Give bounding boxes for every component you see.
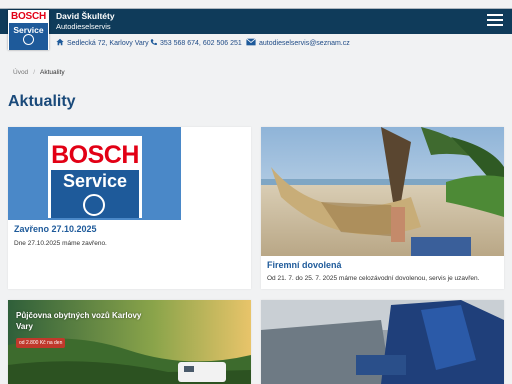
card-image-bosch: BOSCH Service [8, 127, 181, 220]
company-subtitle: Autodieselservis [56, 22, 111, 31]
phone-icon [150, 38, 157, 48]
hamburger-menu-icon[interactable] [487, 14, 503, 26]
breadcrumb-separator: / [33, 69, 35, 76]
page-title: Aktuality [8, 93, 76, 110]
logo-brand: BOSCH [10, 11, 47, 22]
breadcrumb-home[interactable]: Úvod [13, 69, 28, 76]
contact-phones[interactable]: 353 568 674, 602 506 251 [150, 37, 242, 49]
breadcrumb-current: Aktuality [40, 69, 65, 76]
home-icon [56, 38, 64, 48]
card-image-mechanic [261, 300, 504, 384]
news-card[interactable]: Firemní dovolená Od 21. 7. do 25. 7. 202… [261, 127, 504, 289]
card-text: Dne 27.10.2025 máme zavřeno. [14, 240, 107, 247]
card-logo-brand: BOSCH [51, 141, 139, 169]
company-owner: David Škultéty [56, 11, 115, 21]
card-title[interactable]: Zavřeno 27.10.2025 [14, 224, 97, 234]
card-image-hammock-beach [261, 127, 504, 256]
camper-ad-price: od 2.800 Kč na den [16, 338, 66, 348]
email-text: autodieselservis@seznam.cz [259, 39, 350, 47]
contact-address: Sedlecká 72, Karlovy Vary [56, 37, 149, 49]
address-text: Sedlecká 72, Karlovy Vary [67, 39, 149, 47]
envelope-icon [246, 38, 256, 48]
bosch-armature-icon [83, 194, 105, 216]
card-text: Od 21. 7. do 25. 7. 2025 máme celozávodn… [267, 275, 480, 282]
bosch-service-logo-large: BOSCH Service [48, 136, 142, 218]
news-card[interactable] [261, 300, 504, 384]
breadcrumb: Úvod / Aktuality [13, 69, 65, 76]
bosch-service-logo[interactable]: BOSCH Service [8, 10, 49, 50]
camper-ad-title: Půjčovna obytných vozů Karlovy Vary [16, 311, 142, 331]
phones-text: 353 568 674, 602 506 251 [160, 39, 242, 47]
contact-email[interactable]: autodieselservis@seznam.cz [246, 37, 350, 49]
bosch-armature-icon [23, 34, 34, 45]
card-title[interactable]: Firemní dovolená [267, 260, 342, 270]
news-card[interactable]: BOSCH Service Zavřeno 27.10.2025 Dne 27.… [8, 127, 251, 289]
